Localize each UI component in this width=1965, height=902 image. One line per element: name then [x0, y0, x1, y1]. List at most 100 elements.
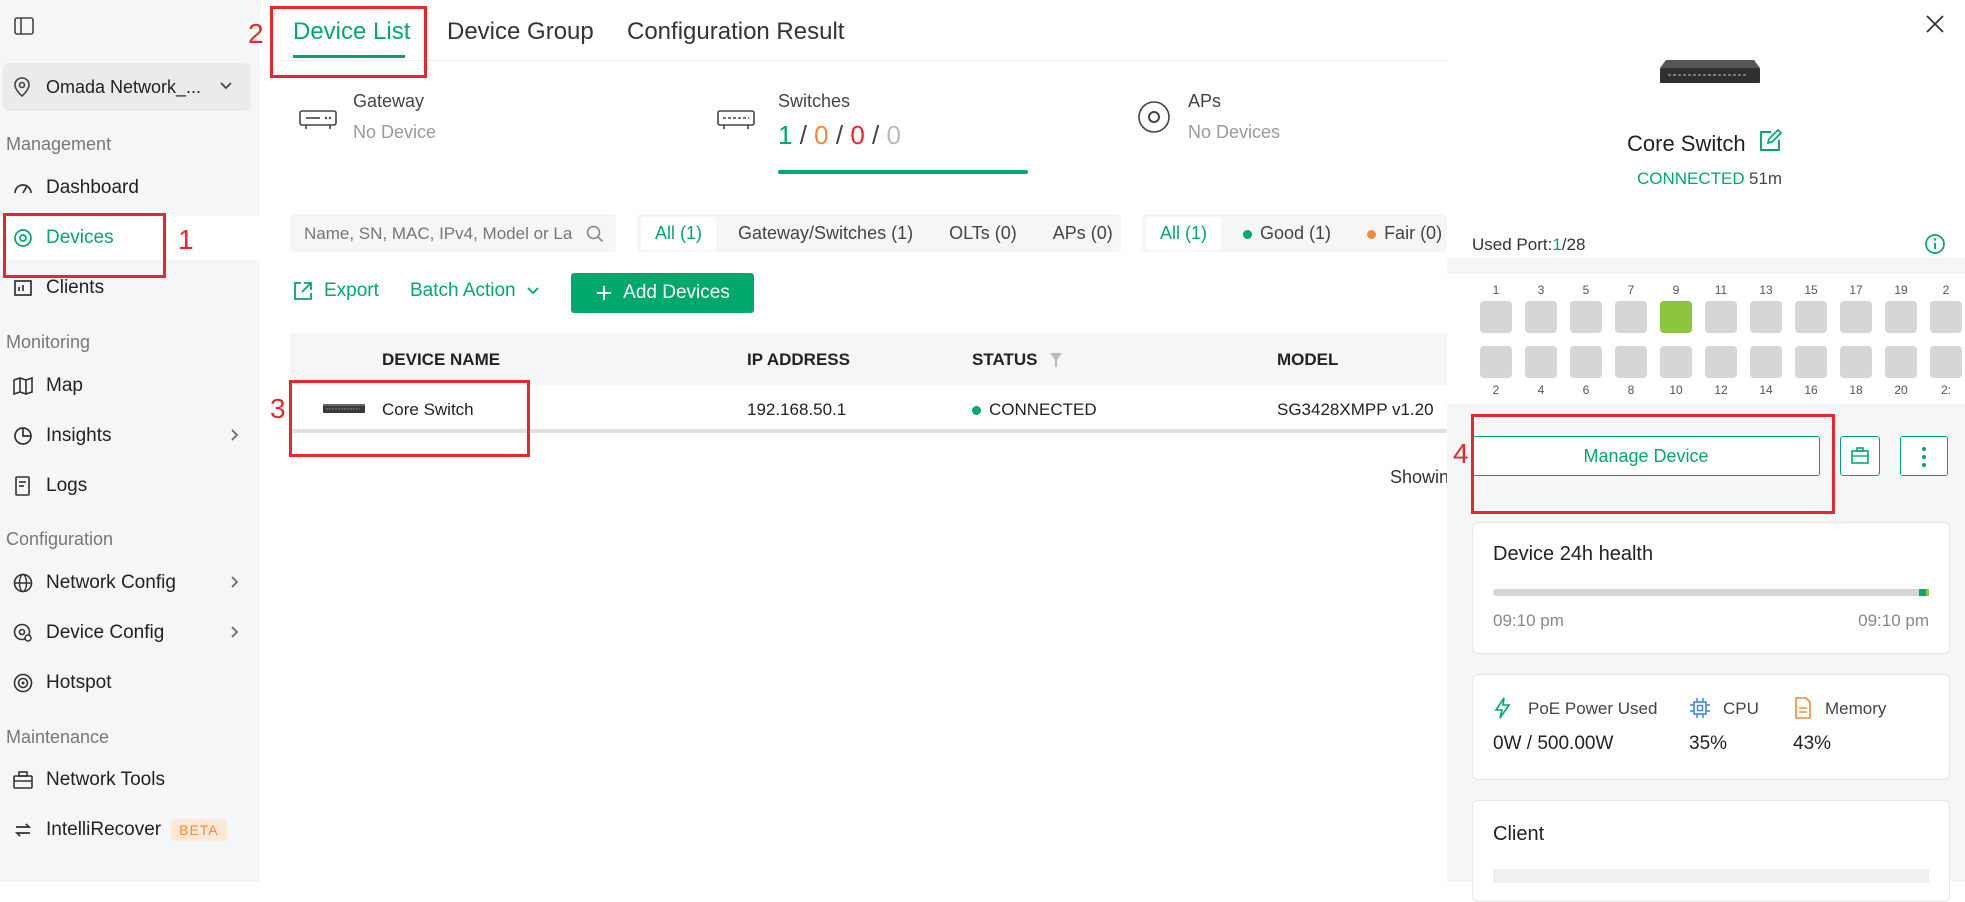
- filter-type-gateway-switches[interactable]: Gateway/Switches (1): [724, 217, 927, 250]
- drawer-uptime: 51m: [1749, 169, 1783, 188]
- drawer-status: CONNECTED: [1637, 169, 1745, 188]
- plus-icon: [595, 284, 613, 302]
- sidebar-item-label: Device Config: [46, 622, 165, 643]
- archive-button[interactable]: [1840, 436, 1880, 476]
- drawer-device-name: Core Switch: [1627, 131, 1746, 156]
- batch-action-dropdown[interactable]: Batch Action: [410, 280, 540, 302]
- fair-dot-icon: [1367, 229, 1377, 239]
- health-filter: All (1) Good (1) Fair (0): [1142, 214, 1447, 252]
- switches-progress-bar: [778, 170, 1028, 174]
- port-1[interactable]: [1480, 301, 1512, 333]
- annotation-box-2: [270, 6, 427, 78]
- column-device-name[interactable]: DEVICE NAME: [382, 350, 500, 370]
- port-row-bottom: [1480, 346, 1965, 380]
- tabs-divider: [280, 60, 1447, 61]
- sidebar-item-device-config[interactable]: Device Config: [0, 611, 260, 655]
- map-icon: [12, 375, 34, 397]
- sidebar-item-map[interactable]: Map: [0, 364, 260, 408]
- lightning-icon: [1493, 697, 1513, 719]
- port-5[interactable]: [1570, 301, 1602, 333]
- site-selector[interactable]: Omada Network_...: [3, 63, 251, 111]
- gateway-icon: [298, 102, 338, 132]
- filter-health-good[interactable]: Good (1): [1229, 217, 1345, 250]
- tab-device-group[interactable]: Device Group: [447, 18, 594, 46]
- cpu-value: 35%: [1689, 733, 1728, 754]
- switches-isolated-count: 0: [886, 120, 901, 150]
- search-input-box[interactable]: [290, 214, 616, 252]
- search-icon[interactable]: [586, 225, 604, 243]
- more-actions-button[interactable]: [1900, 436, 1948, 476]
- health-title: Device 24h health: [1493, 543, 1654, 565]
- chevron-right-icon: [230, 625, 240, 639]
- metrics-card: PoE Power Used 0W / 500.00W CPU 35% Memo…: [1472, 674, 1950, 780]
- add-devices-button[interactable]: Add Devices: [571, 273, 754, 313]
- port-2[interactable]: [1480, 346, 1512, 378]
- sidebar-item-network-config[interactable]: Network Config: [0, 561, 260, 605]
- port-8[interactable]: [1615, 346, 1647, 378]
- port-20[interactable]: [1885, 346, 1917, 378]
- filter-type-aps[interactable]: APs (0): [1039, 217, 1127, 250]
- insights-icon: [12, 425, 34, 447]
- chevron-right-icon: [230, 428, 240, 442]
- health-timeline[interactable]: [1493, 589, 1929, 596]
- sidebar-item-insights[interactable]: Insights: [0, 414, 260, 458]
- client-placeholder-bar: [1493, 869, 1929, 883]
- sidebar-toggle-icon[interactable]: [14, 16, 34, 36]
- port-6[interactable]: [1570, 346, 1602, 378]
- cell-model: SG3428XMPP v1.20: [1277, 400, 1434, 419]
- device-type-filter: All (1) Gateway/Switches (1) OLTs (0) AP…: [637, 214, 1121, 252]
- filter-icon[interactable]: [1049, 352, 1063, 368]
- export-icon: [292, 280, 314, 302]
- filter-health-all[interactable]: All (1): [1146, 216, 1222, 250]
- column-model[interactable]: MODEL: [1277, 350, 1338, 370]
- column-status[interactable]: STATUS: [972, 350, 1037, 370]
- port-10[interactable]: [1660, 346, 1692, 378]
- sidebar-item-network-tools[interactable]: Network Tools: [0, 758, 260, 802]
- cell-ip-address: 192.168.50.1: [747, 400, 847, 419]
- poe-value: 0W / 500.00W: [1493, 733, 1614, 754]
- port-13[interactable]: [1750, 301, 1782, 333]
- info-icon[interactable]: [1924, 233, 1946, 255]
- chevron-down-icon: [219, 81, 233, 91]
- clients-icon: [12, 277, 34, 299]
- memory-value: 43%: [1793, 733, 1832, 754]
- port-14[interactable]: [1750, 346, 1782, 378]
- port-22[interactable]: [1930, 346, 1962, 378]
- sidebar-item-hotspot[interactable]: Hotspot: [0, 661, 260, 705]
- aps-status: No Devices: [1188, 122, 1281, 142]
- filter-type-olts[interactable]: OLTs (0): [935, 217, 1031, 250]
- port-15[interactable]: [1795, 301, 1827, 333]
- port-18[interactable]: [1840, 346, 1872, 378]
- hotspot-icon: [12, 672, 34, 694]
- export-button[interactable]: Export: [292, 280, 379, 302]
- port-16[interactable]: [1795, 346, 1827, 378]
- recover-icon: [12, 819, 34, 841]
- used-port-summary: Used Port:1/28: [1472, 235, 1586, 254]
- cpu-label: CPU: [1723, 699, 1759, 718]
- filter-health-fair[interactable]: Fair (0): [1353, 217, 1456, 250]
- sidebar-item-logs[interactable]: Logs: [0, 464, 260, 508]
- port-4[interactable]: [1525, 346, 1557, 378]
- filter-type-all[interactable]: All (1): [641, 216, 717, 250]
- device-config-icon: [12, 622, 34, 644]
- port-17[interactable]: [1840, 301, 1872, 333]
- switch-icon: [716, 102, 756, 132]
- port-12[interactable]: [1705, 346, 1737, 378]
- search-input[interactable]: [302, 220, 576, 248]
- port-11[interactable]: [1705, 301, 1737, 333]
- port-9[interactable]: [1660, 301, 1692, 333]
- tab-configuration-result[interactable]: Configuration Result: [627, 18, 844, 46]
- port-3[interactable]: [1525, 301, 1557, 333]
- ap-icon: [1137, 100, 1171, 134]
- edit-icon[interactable]: [1758, 129, 1782, 153]
- sidebar-item-label: Clients: [46, 277, 105, 298]
- sidebar-item-intellirecover[interactable]: IntelliRecover BETA: [0, 808, 260, 852]
- port-19[interactable]: [1885, 301, 1917, 333]
- close-icon[interactable]: [1925, 14, 1945, 34]
- port-7[interactable]: [1615, 301, 1647, 333]
- health-current-segment: [1926, 589, 1929, 596]
- sidebar-item-dashboard[interactable]: Dashboard: [0, 166, 260, 210]
- column-ip-address[interactable]: IP ADDRESS: [747, 350, 850, 370]
- port-numbers-bottom: 2 4 6 8 10 12 14 16 18 20 2:: [1492, 383, 1951, 397]
- port-21[interactable]: [1930, 301, 1962, 333]
